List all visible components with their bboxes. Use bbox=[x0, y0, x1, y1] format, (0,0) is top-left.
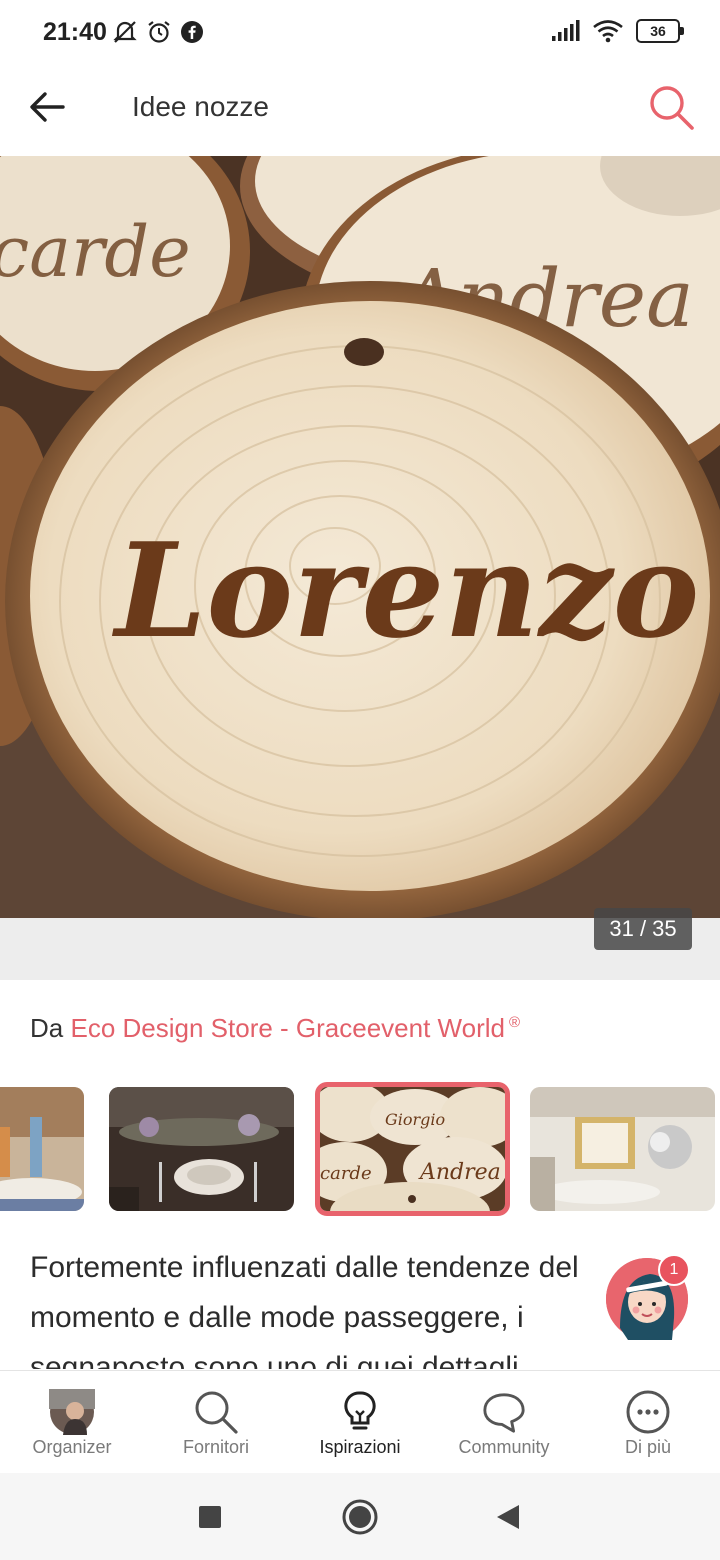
home-button[interactable] bbox=[338, 1495, 382, 1539]
svg-text:carde: carde bbox=[0, 211, 191, 293]
nav-label-community: Community bbox=[458, 1437, 550, 1457]
nav-item-ispirazioni[interactable]: Ispirazioni bbox=[288, 1371, 432, 1474]
photo-engraved-name: Lorenzo bbox=[111, 514, 699, 667]
search-icon bbox=[650, 86, 694, 130]
photo-counter-badge: 31 / 35 bbox=[594, 908, 692, 950]
assistant-notification-badge: 1 bbox=[658, 1254, 690, 1286]
page-title: Idee nozze bbox=[132, 91, 269, 122]
recents-button[interactable] bbox=[188, 1495, 232, 1539]
battery-level: 36 bbox=[650, 23, 666, 39]
nav-item-di-piu[interactable]: Di più bbox=[576, 1371, 720, 1474]
arrow-left-icon bbox=[30, 92, 65, 122]
home-circle-icon bbox=[342, 1499, 378, 1535]
chat-bubble-icon bbox=[481, 1389, 527, 1435]
app-header: Idee nozze bbox=[0, 66, 720, 156]
vendor-link[interactable]: Eco Design Store - Graceevent World bbox=[70, 1013, 504, 1043]
gallery-photo[interactable]: carde Andrea Lorenzo bbox=[0, 156, 720, 918]
more-dots-icon bbox=[625, 1389, 671, 1435]
battery-icon: 36 bbox=[636, 19, 684, 43]
recents-square-icon bbox=[199, 1506, 221, 1528]
back-triangle-icon bbox=[497, 1505, 519, 1529]
svg-text:Andrea: Andrea bbox=[418, 1160, 501, 1185]
nav-item-organizer[interactable]: Organizer bbox=[0, 1371, 144, 1474]
author-line: Da Eco Design Store - Graceevent World ® bbox=[30, 1013, 520, 1044]
system-nav-bar bbox=[0, 1473, 720, 1560]
nav-label-organizer: Organizer bbox=[32, 1437, 112, 1457]
wifi-icon bbox=[593, 20, 623, 43]
signal-icon bbox=[552, 20, 580, 41]
back-button[interactable] bbox=[20, 80, 74, 134]
search-icon bbox=[193, 1389, 239, 1435]
thumbnail-item[interactable] bbox=[0, 1087, 84, 1211]
nav-label-ispirazioni: Ispirazioni bbox=[319, 1437, 401, 1457]
registered-mark: ® bbox=[508, 1014, 521, 1032]
lightbulb-icon bbox=[337, 1389, 383, 1435]
back-nav-button[interactable] bbox=[486, 1495, 530, 1539]
thumbnail-item-selected[interactable]: Giorgio carde Andrea bbox=[315, 1082, 510, 1216]
status-time: 21:40 bbox=[43, 18, 107, 46]
nav-label-di-piu: Di più bbox=[624, 1437, 672, 1457]
nav-item-fornitori[interactable]: Fornitori bbox=[144, 1371, 288, 1474]
facebook-icon bbox=[181, 21, 203, 43]
avatar-icon bbox=[49, 1389, 95, 1435]
thumbnail-strip[interactable]: Giorgio carde Andrea bbox=[0, 1082, 720, 1218]
nav-label-fornitori: Fornitori bbox=[182, 1437, 249, 1457]
alarm-icon bbox=[148, 21, 170, 43]
status-icons-left bbox=[112, 19, 204, 45]
thumbnail-item[interactable] bbox=[109, 1087, 294, 1211]
bottom-nav: Organizer Fornitori Ispirazioni Communit… bbox=[0, 1370, 720, 1473]
search-button[interactable] bbox=[642, 78, 702, 138]
nav-item-community[interactable]: Community bbox=[432, 1371, 576, 1474]
svg-text:Giorgio: Giorgio bbox=[385, 1110, 445, 1129]
description-text: Fortemente influenzati dalle tendenze de… bbox=[30, 1251, 579, 1369]
wood-slice-illustration: carde Andrea Lorenzo bbox=[0, 156, 720, 918]
status-bar: 21:40 36 bbox=[0, 0, 720, 66]
muted-bell-icon bbox=[113, 21, 137, 43]
author-prefix: Da bbox=[30, 1013, 64, 1043]
thumbnail-item[interactable] bbox=[530, 1087, 715, 1211]
status-icons-right: 36 bbox=[550, 19, 684, 43]
svg-text:carde: carde bbox=[320, 1163, 372, 1184]
